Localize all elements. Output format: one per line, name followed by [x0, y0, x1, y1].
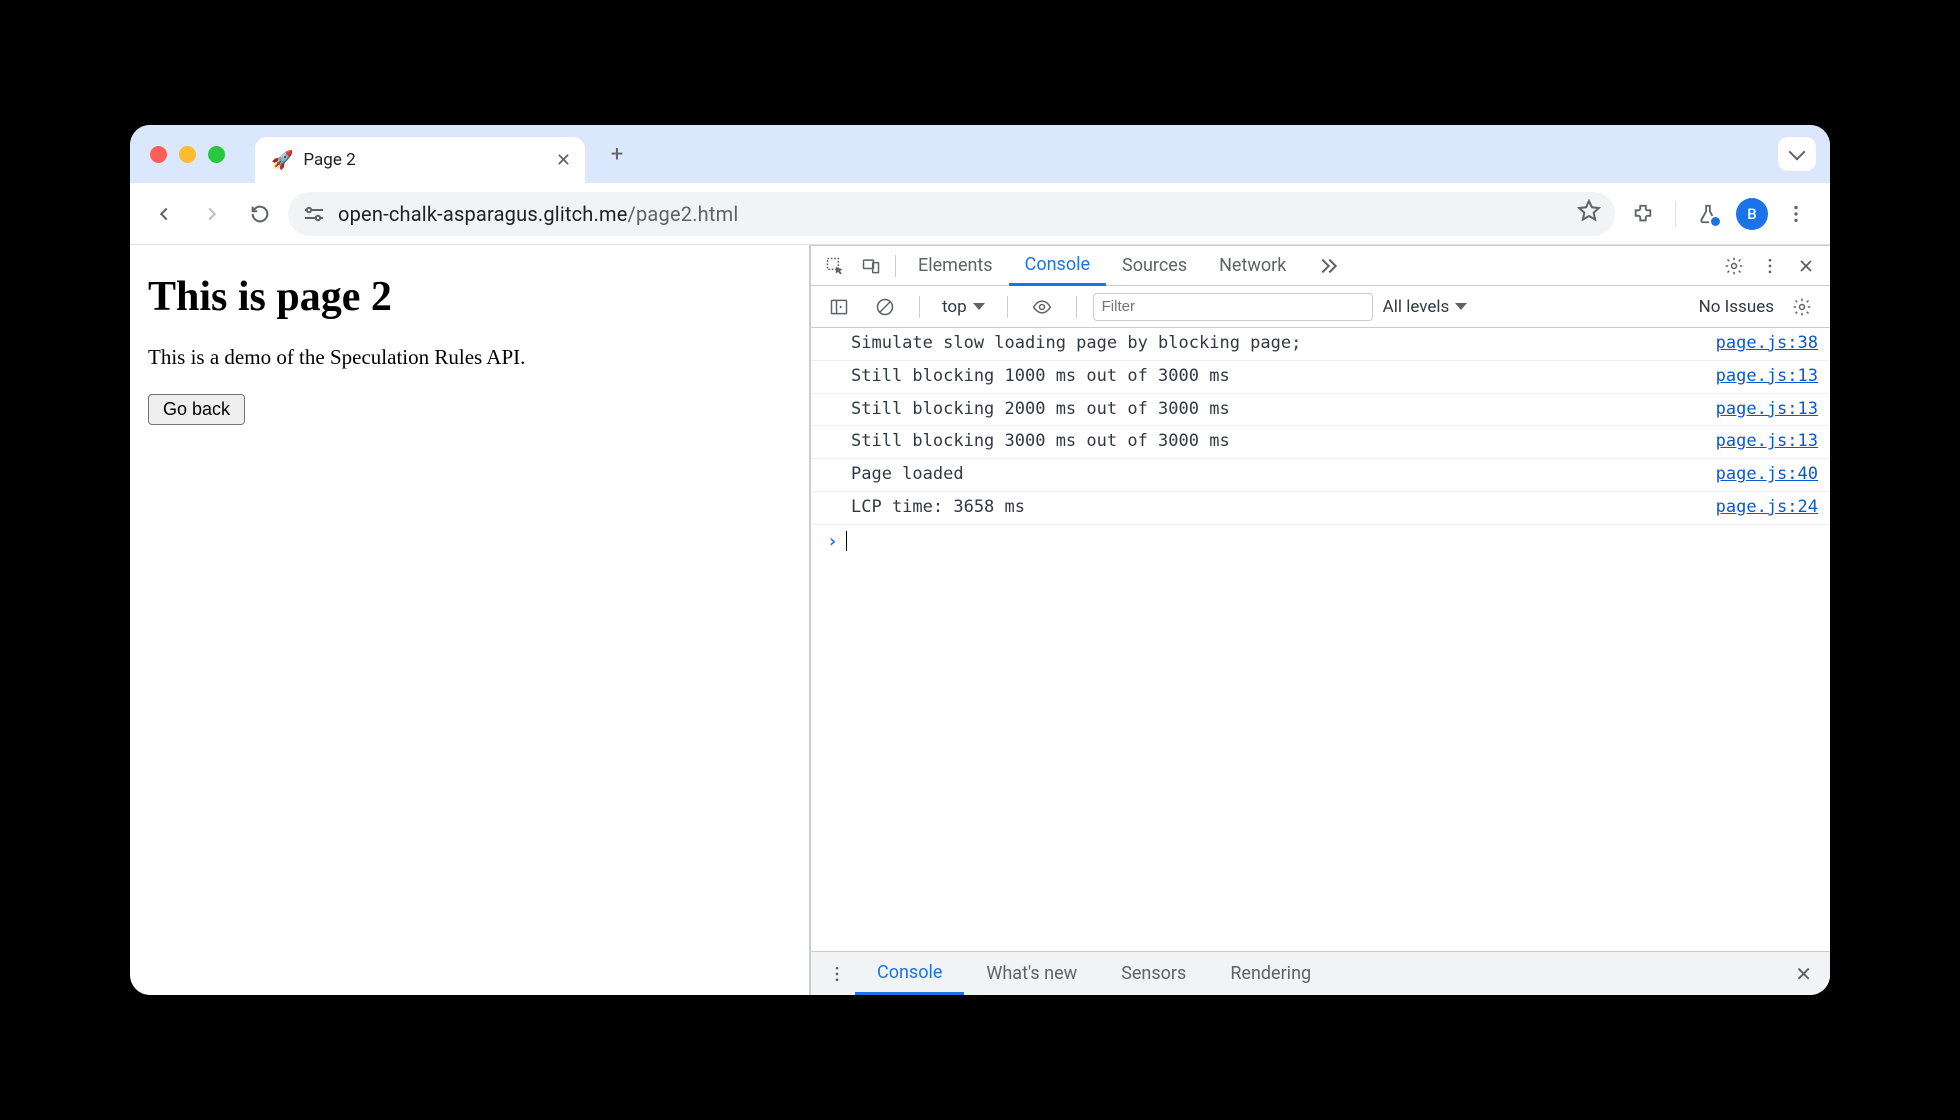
- extensions-button[interactable]: [1623, 194, 1663, 234]
- message-text: Still blocking 1000 ms out of 3000 ms: [851, 365, 1704, 389]
- filter-input[interactable]: [1093, 293, 1373, 321]
- tab-network[interactable]: Network: [1203, 246, 1302, 285]
- url-path: /page2.html: [628, 202, 739, 226]
- message-text: LCP time: 3658 ms: [851, 496, 1704, 520]
- live-expression-icon[interactable]: [1024, 289, 1060, 325]
- devtools-menu-icon[interactable]: [1752, 248, 1788, 284]
- minimize-window-button[interactable]: [179, 146, 196, 163]
- new-tab-button[interactable]: +: [599, 136, 635, 172]
- drawer-tab-sensors[interactable]: Sensors: [1099, 952, 1208, 995]
- chevron-down-icon: [1789, 144, 1806, 161]
- clear-console-icon[interactable]: [867, 289, 903, 325]
- back-button[interactable]: [144, 194, 184, 234]
- message-source-link[interactable]: page.js:40: [1716, 463, 1818, 487]
- console-message: Still blocking 3000 ms out of 3000 ms pa…: [811, 426, 1830, 459]
- console-prompt[interactable]: ›: [811, 525, 1830, 558]
- separator: [919, 296, 920, 318]
- close-devtools-icon[interactable]: [1788, 248, 1824, 284]
- browser-window: 🚀 Page 2 ✕ + open-chalk-asparagus.glitch…: [130, 125, 1830, 995]
- page-viewport: This is page 2 This is a demo of the Spe…: [130, 245, 810, 995]
- tab-strip: 🚀 Page 2 ✕ +: [130, 125, 1830, 183]
- more-tabs-button[interactable]: [1308, 248, 1344, 284]
- tab-console[interactable]: Console: [1009, 247, 1106, 286]
- avatar-initial: B: [1747, 205, 1756, 223]
- drawer-tab-rendering[interactable]: Rendering: [1208, 952, 1333, 995]
- maximize-window-button[interactable]: [208, 146, 225, 163]
- prompt-chevron-icon: ›: [827, 531, 838, 552]
- console-settings-icon[interactable]: [1784, 289, 1820, 325]
- browser-toolbar: open-chalk-asparagus.glitch.me/page2.htm…: [130, 183, 1830, 245]
- tab-elements[interactable]: Elements: [902, 246, 1009, 285]
- site-settings-icon[interactable]: [302, 205, 326, 223]
- log-levels-selector[interactable]: All levels: [1383, 297, 1468, 317]
- console-message: Still blocking 2000 ms out of 3000 ms pa…: [811, 394, 1830, 427]
- device-toolbar-icon[interactable]: [853, 248, 889, 284]
- browser-tab[interactable]: 🚀 Page 2 ✕: [255, 137, 585, 183]
- console-message: Simulate slow loading page by blocking p…: [811, 328, 1830, 361]
- separator: [895, 255, 896, 277]
- profile-avatar[interactable]: B: [1736, 198, 1768, 230]
- message-source-link[interactable]: page.js:13: [1716, 430, 1818, 454]
- close-drawer-icon[interactable]: ✕: [1785, 962, 1822, 986]
- console-message: Page loaded page.js:40: [811, 459, 1830, 492]
- tab-favicon: 🚀: [271, 150, 293, 171]
- devtools-panel: Elements Console Sources Network: [810, 245, 1830, 995]
- console-toolbar: top All levels No Issues: [811, 286, 1830, 328]
- message-text: Simulate slow loading page by blocking p…: [851, 332, 1704, 356]
- forward-button[interactable]: [192, 194, 232, 234]
- address-bar[interactable]: open-chalk-asparagus.glitch.me/page2.htm…: [288, 192, 1615, 236]
- url-host: open-chalk-asparagus.glitch.me: [338, 202, 628, 226]
- tabs-dropdown-button[interactable]: [1778, 137, 1816, 171]
- context-selector[interactable]: top: [936, 297, 991, 317]
- message-source-link[interactable]: page.js:38: [1716, 332, 1818, 356]
- close-tab-icon[interactable]: ✕: [556, 150, 571, 171]
- experiments-button[interactable]: [1688, 194, 1728, 234]
- message-text: Page loaded: [851, 463, 1704, 487]
- text-cursor: [846, 531, 848, 551]
- close-window-button[interactable]: [150, 146, 167, 163]
- devtools-tabs: Elements Console Sources Network: [811, 246, 1830, 286]
- go-back-button[interactable]: Go back: [148, 394, 245, 425]
- levels-label: All levels: [1383, 297, 1450, 317]
- console-messages[interactable]: Simulate slow loading page by blocking p…: [811, 328, 1830, 951]
- toggle-sidebar-icon[interactable]: [821, 289, 857, 325]
- message-source-link[interactable]: page.js:13: [1716, 365, 1818, 389]
- tab-title: Page 2: [303, 150, 545, 170]
- triangle-down-icon: [973, 303, 985, 310]
- triangle-down-icon: [1455, 303, 1467, 310]
- separator: [1675, 201, 1676, 227]
- window-controls: [150, 146, 225, 163]
- page-paragraph: This is a demo of the Speculation Rules …: [148, 345, 791, 370]
- page-heading: This is page 2: [148, 273, 791, 321]
- inspect-element-icon[interactable]: [817, 248, 853, 284]
- tab-sources[interactable]: Sources: [1106, 246, 1203, 285]
- message-source-link[interactable]: page.js:13: [1716, 398, 1818, 422]
- drawer-tab-whats-new[interactable]: What's new: [964, 952, 1099, 995]
- chrome-menu-button[interactable]: [1776, 194, 1816, 234]
- content-area: This is page 2 This is a demo of the Spe…: [130, 245, 1830, 995]
- drawer-tab-console[interactable]: Console: [855, 952, 964, 995]
- devtools-drawer: Console What's new Sensors Rendering ✕: [811, 951, 1830, 995]
- bookmark-star-icon[interactable]: [1577, 199, 1601, 228]
- issues-status[interactable]: No Issues: [1699, 297, 1774, 317]
- reload-button[interactable]: [240, 194, 280, 234]
- console-message: Still blocking 1000 ms out of 3000 ms pa…: [811, 361, 1830, 394]
- url-text: open-chalk-asparagus.glitch.me/page2.htm…: [338, 202, 1565, 226]
- separator: [1076, 296, 1077, 318]
- separator: [1007, 296, 1008, 318]
- message-text: Still blocking 3000 ms out of 3000 ms: [851, 430, 1704, 454]
- console-message: LCP time: 3658 ms page.js:24: [811, 492, 1830, 525]
- drawer-menu-icon[interactable]: [819, 956, 855, 992]
- context-label: top: [942, 297, 967, 317]
- message-text: Still blocking 2000 ms out of 3000 ms: [851, 398, 1704, 422]
- message-source-link[interactable]: page.js:24: [1716, 496, 1818, 520]
- settings-icon[interactable]: [1716, 248, 1752, 284]
